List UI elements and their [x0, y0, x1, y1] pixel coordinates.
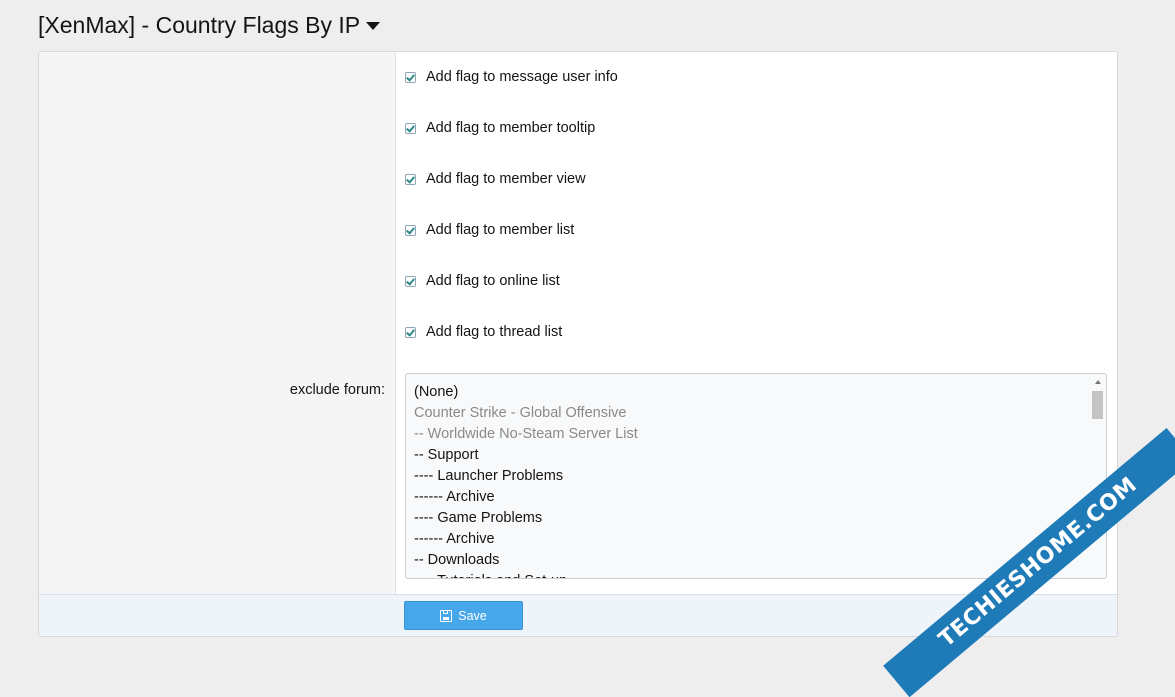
exclude-forum-select[interactable]: (None) Counter Strike - Global Offensive…	[405, 373, 1107, 579]
forum-option[interactable]: ------ Archive	[414, 487, 1106, 508]
option-member-list[interactable]: Add flag to member list	[405, 222, 574, 238]
checkbox-checked-icon[interactable]	[405, 224, 416, 236]
listbox-scrollbar[interactable]	[1090, 374, 1106, 578]
checkbox-checked-icon[interactable]	[405, 275, 416, 287]
option-thread-list[interactable]: Add flag to thread list	[405, 324, 562, 340]
floppy-disk-icon	[440, 609, 453, 622]
option-label: Add flag to message user info	[426, 69, 618, 85]
caret-down-icon[interactable]	[366, 22, 381, 30]
forum-option[interactable]: ------ Archive	[414, 529, 1106, 550]
option-label: Add flag to member list	[426, 222, 575, 238]
forum-option[interactable]: -- Support	[414, 445, 1106, 466]
checkbox-checked-icon[interactable]	[405, 122, 416, 134]
option-label: Add flag to thread list	[426, 324, 563, 340]
checkbox-checked-icon[interactable]	[405, 326, 416, 338]
label-column: exclude forum:	[39, 52, 396, 594]
option-label: Add flag to online list	[426, 273, 560, 289]
forum-option[interactable]: ---- Launcher Problems	[414, 466, 1106, 487]
forum-option[interactable]: -- Worldwide No-Steam Server List	[414, 424, 1106, 445]
option-member-tooltip[interactable]: Add flag to member tooltip	[405, 120, 595, 136]
forum-option[interactable]: ---- Game Problems	[414, 508, 1106, 529]
exclude-forum-label: exclude forum:	[289, 382, 385, 398]
options-form: exclude forum: Add flag to message user …	[38, 51, 1118, 637]
option-member-view[interactable]: Add flag to member view	[405, 171, 586, 187]
page-title[interactable]: [XenMax] - Country Flags By IP	[38, 8, 381, 42]
option-label: Add flag to member view	[426, 171, 586, 187]
forum-option[interactable]: Counter Strike - Global Offensive	[414, 403, 1106, 424]
option-label: Add flag to member tooltip	[426, 120, 596, 136]
save-button[interactable]: Save	[404, 601, 523, 630]
scroll-up-arrow-icon[interactable]	[1095, 380, 1101, 384]
page-title-text: [XenMax] - Country Flags By IP	[38, 12, 361, 38]
checkbox-checked-icon[interactable]	[405, 71, 416, 83]
checkbox-checked-icon[interactable]	[405, 173, 416, 185]
save-button-label: Save	[458, 608, 487, 623]
option-online-list[interactable]: Add flag to online list	[405, 273, 560, 289]
forum-option[interactable]: (None)	[414, 382, 1106, 403]
scroll-thumb[interactable]	[1092, 391, 1103, 419]
option-message-user-info[interactable]: Add flag to message user info	[405, 69, 618, 85]
